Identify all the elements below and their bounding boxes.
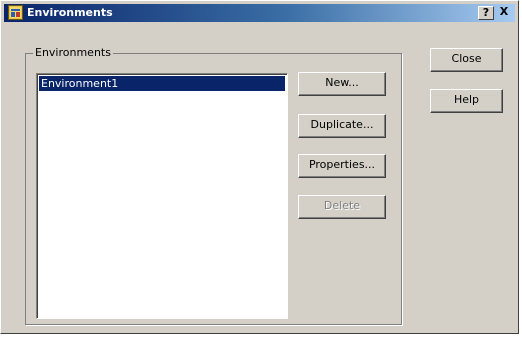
group-label: Environments [33, 46, 113, 59]
duplicate-button[interactable]: Duplicate... [298, 114, 386, 138]
environments-listbox[interactable]: Environment1 [36, 73, 288, 319]
window-close-button[interactable]: X [496, 6, 512, 20]
environments-dialog: Environments ? X Environments Environmen… [0, 0, 519, 334]
new-button[interactable]: New... [298, 72, 386, 96]
help-button[interactable]: Help [430, 89, 503, 113]
list-item[interactable]: Environment1 [39, 76, 285, 91]
close-button[interactable]: Close [430, 48, 503, 72]
title-bar[interactable]: Environments ? X [4, 4, 515, 22]
context-help-button[interactable]: ? [478, 6, 494, 20]
app-icon [8, 5, 23, 20]
properties-button[interactable]: Properties... [298, 154, 386, 178]
delete-button[interactable]: Delete [298, 195, 386, 219]
window-title: Environments [27, 6, 113, 19]
